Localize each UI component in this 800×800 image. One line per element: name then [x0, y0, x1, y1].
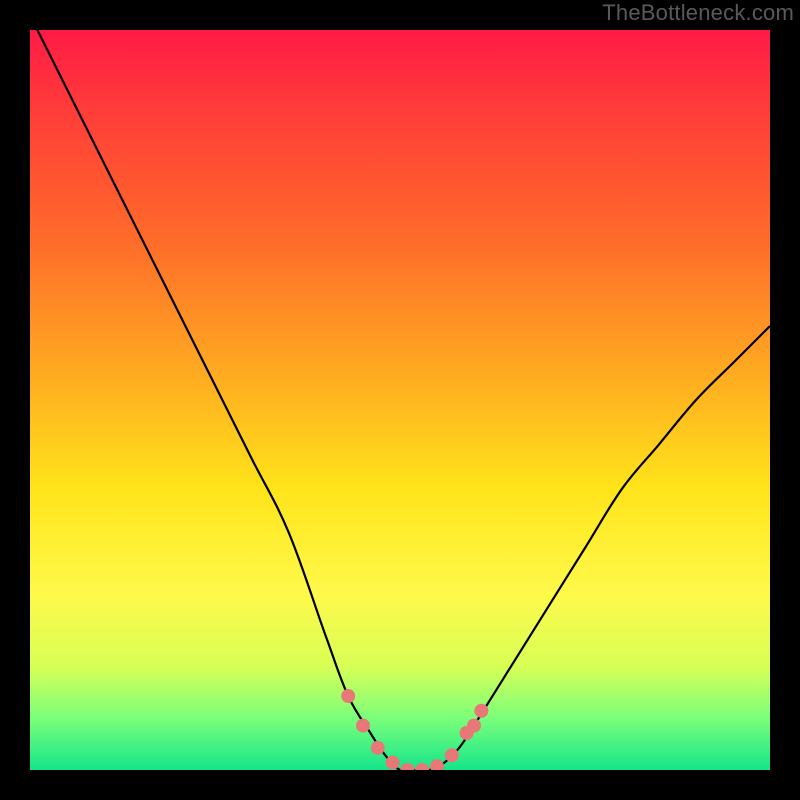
curve-markers: [341, 689, 488, 770]
bottleneck-curve: [30, 30, 770, 770]
chart-frame: TheBottleneck.com: [0, 0, 800, 800]
curve-marker: [445, 748, 459, 762]
chart-svg: [30, 30, 770, 770]
curve-marker: [400, 763, 414, 770]
watermark-text: TheBottleneck.com: [602, 0, 794, 26]
curve-marker: [415, 763, 429, 770]
curve-marker: [430, 759, 444, 770]
chart-plot-area: [30, 30, 770, 770]
curve-marker: [474, 704, 488, 718]
curve-marker: [371, 741, 385, 755]
curve-marker: [386, 756, 400, 770]
curve-marker: [341, 689, 355, 703]
curve-marker: [467, 719, 481, 733]
curve-marker: [356, 719, 370, 733]
